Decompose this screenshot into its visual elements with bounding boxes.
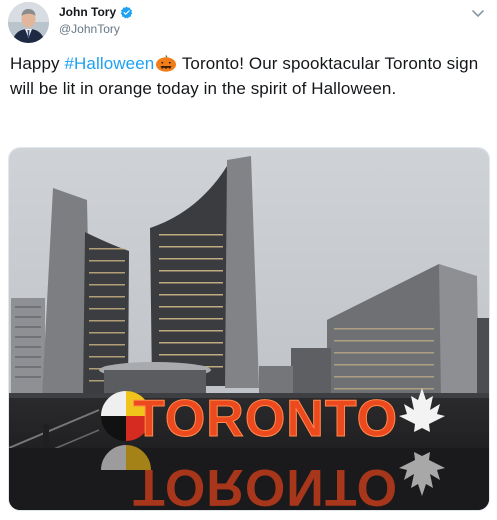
jack-o-lantern-icon <box>155 54 177 72</box>
tweet-photo[interactable]: TORONTO TORONTO <box>8 147 490 511</box>
svg-text:TORONTO: TORONTO <box>133 458 398 511</box>
chevron-down-icon[interactable] <box>471 6 485 18</box>
author-handle[interactable]: @JohnTory <box>59 22 120 36</box>
hashtag-link[interactable]: #Halloween <box>64 54 154 73</box>
tweet-text-part: Happy <box>10 54 65 73</box>
tweet: John Tory @JohnTory Happy #Halloween Tor… <box>0 0 497 520</box>
author-name-row: John Tory <box>59 5 133 19</box>
verified-badge-icon <box>120 6 133 19</box>
toronto-sign: TORONTO <box>133 390 398 448</box>
tweet-text: Happy #Halloween Toronto! Our spooktacul… <box>10 51 480 101</box>
author-avatar[interactable] <box>8 2 49 43</box>
author-name[interactable]: John Tory <box>59 5 116 19</box>
